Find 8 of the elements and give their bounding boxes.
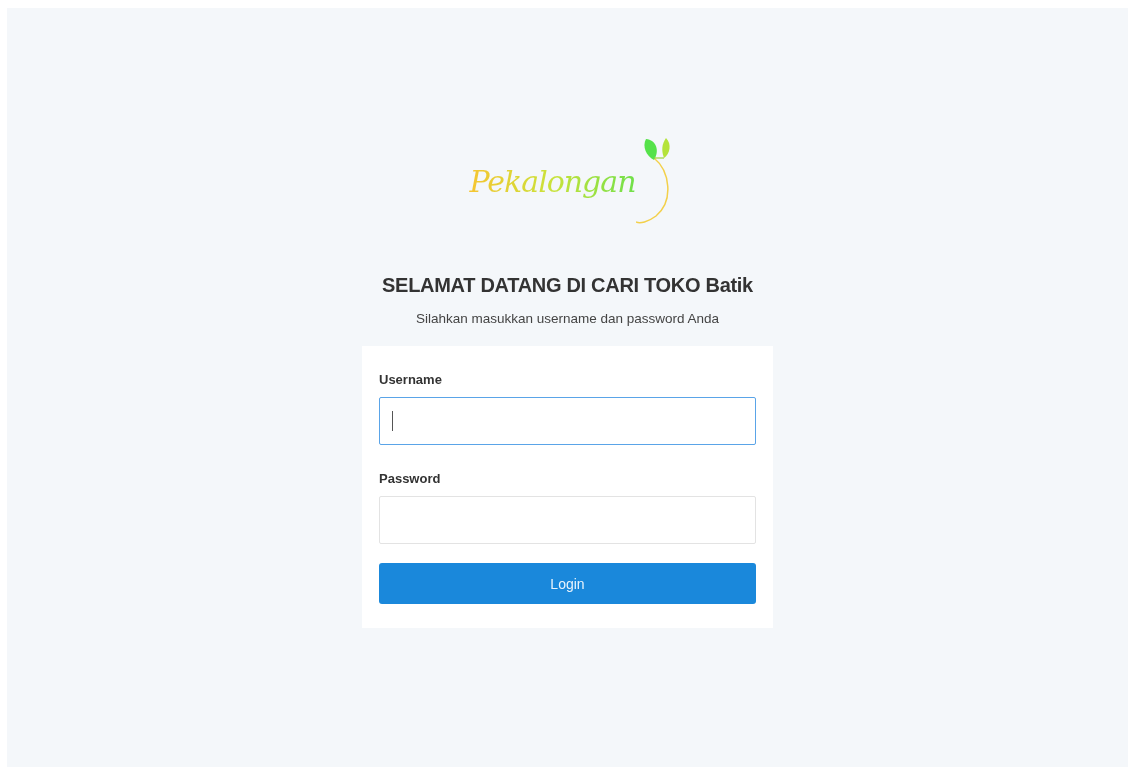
field-label: Username [379,372,443,387]
field-label: Password [379,471,442,486]
login-button[interactable]: Login [379,563,756,604]
login-subtitle: Silahkan masukkan username dan password Anda [415,311,720,326]
username-field[interactable] [379,397,756,445]
welcome-title: SELAMAT DATANG DI CARI TOKO Batik [382,274,753,297]
text-cursor [392,411,393,431]
password-field[interactable] [379,496,756,544]
